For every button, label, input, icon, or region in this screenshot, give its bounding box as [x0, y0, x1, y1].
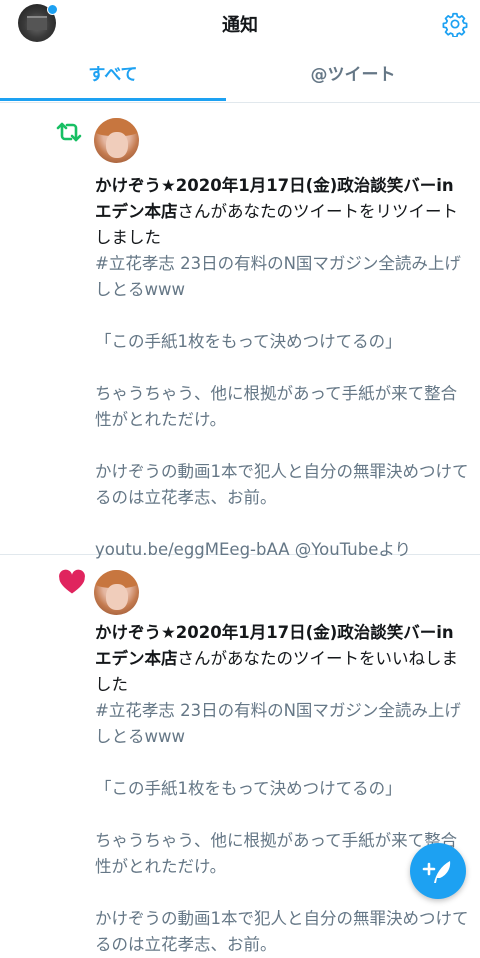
gear-icon[interactable] — [442, 11, 468, 37]
compose-tweet-button[interactable] — [410, 843, 466, 899]
notification-text: かけぞう★2020年1月17日(金)政治談笑バーinエデン本店さんがあなたのツイ… — [95, 620, 470, 958]
retweet-icon — [54, 117, 84, 147]
tweet-line: ちゃうちゃう、他に根拠があって手紙が来て整合性がとれただけ。 — [95, 381, 470, 433]
avatar[interactable] — [94, 570, 139, 615]
heart-icon — [57, 567, 87, 597]
notification-item[interactable]: かけぞう★2020年1月17日(金)政治談笑バーinエデン本店さんがあなたのツイ… — [0, 103, 480, 555]
tab-mentions[interactable]: @ツイート — [226, 50, 480, 102]
tweet-line: 「この手紙1枚をもって決めつけてるの」 — [95, 776, 470, 802]
tab-all[interactable]: すべて — [0, 50, 226, 102]
tweet-line: かけぞうの動画1本で犯人と自分の無罪決めつけてるのは立花孝志、お前。 — [95, 459, 470, 511]
tweet-line: #立花孝志 23日の有料のN国マガジン全読み上げしとるwww — [95, 251, 470, 303]
tweet-line: #立花孝志 23日の有料のN国マガジン全読み上げしとるwww — [95, 698, 470, 750]
active-tab-indicator — [0, 98, 226, 101]
tweet-text: #立花孝志 23日の有料のN国マガジン全読み上げしとるwww 「この手紙1枚をも… — [95, 698, 470, 958]
notification-tabs: すべて @ツイート — [0, 50, 480, 103]
top-bar: 通知 — [0, 0, 480, 46]
tweet-line: 「この手紙1枚をもって決めつけてるの」 — [95, 329, 470, 355]
notification-item[interactable]: かけぞう★2020年1月17日(金)政治談笑バーinエデン本店さんがあなたのツイ… — [0, 555, 480, 925]
notification-text: かけぞう★2020年1月17日(金)政治談笑バーinエデン本店さんがあなたのツイ… — [95, 173, 470, 563]
page-title: 通知 — [0, 11, 480, 37]
tweet-text: #立花孝志 23日の有料のN国マガジン全読み上げしとるwww 「この手紙1枚をも… — [95, 251, 470, 563]
compose-tweet-icon — [410, 843, 466, 899]
avatar[interactable] — [94, 118, 139, 163]
tweet-line: かけぞうの動画1本で犯人と自分の無罪決めつけてるのは立花孝志、お前。 — [95, 906, 470, 958]
